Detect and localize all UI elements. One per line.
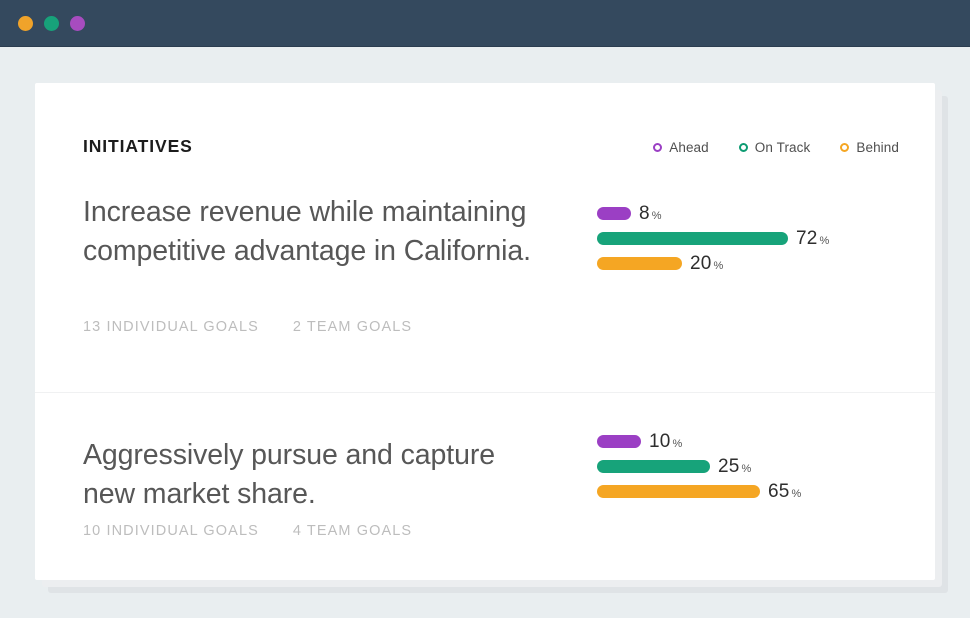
bar-value-ahead: 8% bbox=[639, 203, 662, 225]
bar-row-behind[interactable]: 65% bbox=[597, 479, 802, 504]
card-header: INITIATIVES Ahead On Track Behind bbox=[35, 83, 935, 188]
bar-behind bbox=[597, 257, 682, 270]
bar-value-on-track: 25% bbox=[718, 456, 752, 478]
percent-sign: % bbox=[714, 260, 724, 272]
bar-row-ahead[interactable]: 8% bbox=[597, 201, 830, 226]
percent-sign: % bbox=[820, 235, 830, 247]
goal-counts: 13 INDIVIDUAL GOALS 2 TEAM GOALS bbox=[83, 319, 412, 335]
bar-row-on-track[interactable]: 25% bbox=[597, 454, 802, 479]
goal-counts: 10 INDIVIDUAL GOALS 4 TEAM GOALS bbox=[83, 523, 412, 539]
traffic-dot-purple[interactable] bbox=[70, 16, 85, 31]
initiative-text-block: Increase revenue while maintaining compe… bbox=[83, 188, 538, 271]
bar-on-track bbox=[597, 232, 788, 245]
initiative-list: Increase revenue while maintaining compe… bbox=[35, 188, 935, 596]
legend-item-behind[interactable]: Behind bbox=[840, 140, 899, 155]
legend-item-ahead[interactable]: Ahead bbox=[653, 140, 709, 155]
team-goals-count: 4 TEAM GOALS bbox=[293, 523, 412, 539]
team-goals-count: 2 TEAM GOALS bbox=[293, 319, 412, 335]
bar-value-ahead: 10% bbox=[649, 431, 683, 453]
bar-on-track bbox=[597, 460, 710, 473]
individual-goals-count: 13 INDIVIDUAL GOALS bbox=[83, 319, 259, 335]
bar-ahead bbox=[597, 207, 631, 220]
initiative-title: Increase revenue while maintaining compe… bbox=[83, 188, 538, 271]
initiatives-card: INITIATIVES Ahead On Track Behind Increa… bbox=[35, 83, 935, 580]
ring-icon bbox=[840, 143, 849, 152]
status-bar-chart: 8% 72% 20% bbox=[597, 201, 830, 276]
ring-icon bbox=[739, 143, 748, 152]
bar-row-on-track[interactable]: 72% bbox=[597, 226, 830, 251]
status-bar-chart: 10% 25% 65% bbox=[597, 429, 802, 504]
initiative-title: Aggressively pursue and capture new mark… bbox=[83, 431, 538, 514]
initiative-row[interactable]: Aggressively pursue and capture new mark… bbox=[35, 392, 935, 596]
traffic-dot-green[interactable] bbox=[44, 16, 59, 31]
legend-label-on-track: On Track bbox=[755, 140, 811, 155]
traffic-dot-orange[interactable] bbox=[18, 16, 33, 31]
legend-label-behind: Behind bbox=[856, 140, 899, 155]
bar-behind bbox=[597, 485, 760, 498]
window-controls bbox=[18, 0, 85, 47]
ring-icon bbox=[653, 143, 662, 152]
window-title-bar bbox=[0, 0, 970, 47]
initiative-text-block: Aggressively pursue and capture new mark… bbox=[83, 431, 538, 514]
bar-row-behind[interactable]: 20% bbox=[597, 251, 830, 276]
status-legend: Ahead On Track Behind bbox=[653, 140, 899, 155]
bar-value-on-track: 72% bbox=[796, 228, 830, 250]
legend-item-on-track[interactable]: On Track bbox=[739, 140, 811, 155]
page-title: INITIATIVES bbox=[83, 136, 193, 157]
percent-sign: % bbox=[652, 210, 662, 222]
legend-label-ahead: Ahead bbox=[669, 140, 709, 155]
percent-sign: % bbox=[742, 463, 752, 475]
bar-ahead bbox=[597, 435, 641, 448]
percent-sign: % bbox=[673, 438, 683, 450]
bar-row-ahead[interactable]: 10% bbox=[597, 429, 802, 454]
bar-value-behind: 20% bbox=[690, 253, 724, 275]
percent-sign: % bbox=[792, 488, 802, 500]
bar-value-behind: 65% bbox=[768, 481, 802, 503]
individual-goals-count: 10 INDIVIDUAL GOALS bbox=[83, 523, 259, 539]
initiative-row[interactable]: Increase revenue while maintaining compe… bbox=[35, 188, 935, 392]
